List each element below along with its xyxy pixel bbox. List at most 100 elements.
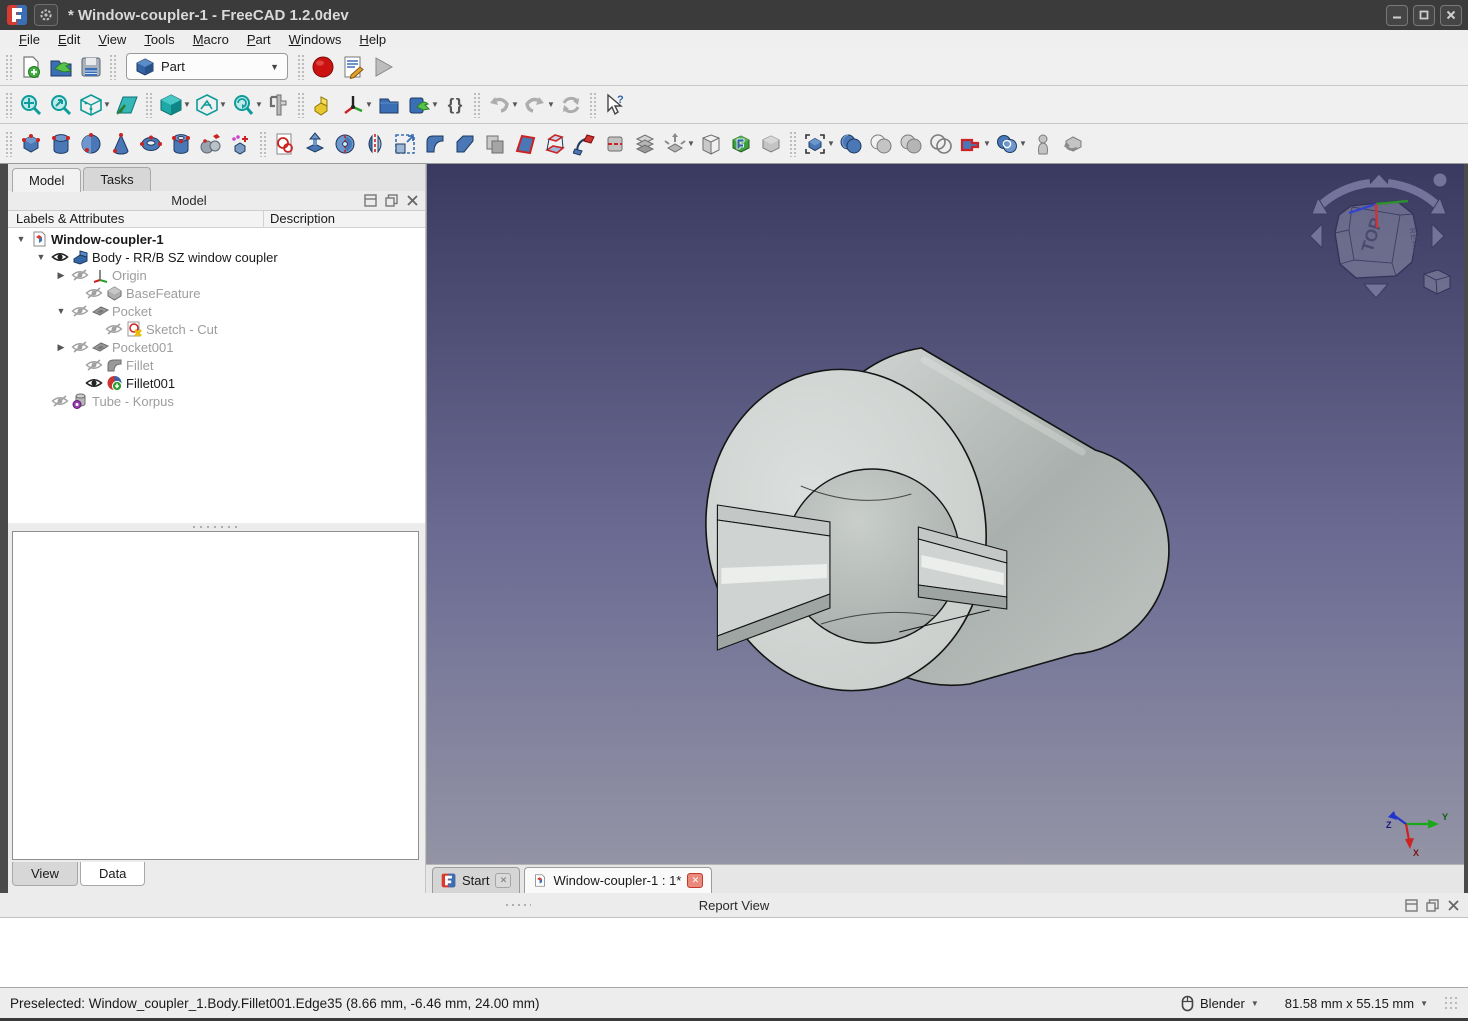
tab-document[interactable]: Window-coupler-1 : 1* ✕ <box>524 867 712 893</box>
property-editor[interactable] <box>12 531 419 860</box>
expander-open-icon[interactable]: ▼ <box>54 306 68 316</box>
compound-button[interactable] <box>800 128 830 160</box>
convert-solid-button[interactable] <box>756 128 786 160</box>
column-description[interactable]: Description <box>264 211 425 227</box>
loft-button[interactable] <box>540 128 570 160</box>
eye-hidden-icon[interactable] <box>71 340 89 354</box>
expander-open-icon[interactable]: ▼ <box>14 234 28 244</box>
measure-button[interactable] <box>264 89 294 121</box>
tree-row-fillet001[interactable]: Fillet001 <box>8 374 425 392</box>
menu-windows[interactable]: Windows <box>280 31 351 48</box>
eye-hidden-icon[interactable] <box>105 322 123 336</box>
chevron-down-icon[interactable]: ▼ <box>183 100 192 109</box>
cone-button[interactable] <box>106 128 136 160</box>
expander-open-icon[interactable]: ▼ <box>34 252 48 262</box>
new-document-button[interactable] <box>16 51 46 83</box>
expander-closed-icon[interactable]: ▶ <box>54 270 68 281</box>
undo-button[interactable] <box>484 89 514 121</box>
eye-hidden-icon[interactable] <box>51 394 69 408</box>
navcube-mini-cube[interactable] <box>1424 270 1450 294</box>
viewport-3d[interactable]: TOP REAR <box>426 164 1464 864</box>
eye-hidden-icon[interactable] <box>85 358 103 372</box>
toolbar-drag-handle[interactable] <box>5 131 13 157</box>
expander-closed-icon[interactable]: ▶ <box>54 342 68 353</box>
tree-row-pocket[interactable]: ▼ Pocket <box>8 302 425 320</box>
tab-close-button[interactable]: ✕ <box>495 873 511 888</box>
macro-play-button[interactable] <box>368 51 398 83</box>
navigation-cube[interactable]: TOP REAR <box>1304 170 1454 310</box>
menu-help[interactable]: Help <box>350 31 395 48</box>
tree-row-body[interactable]: ▼ Body - RR/B SZ window coupler <box>8 248 425 266</box>
toolbar-drag-handle[interactable] <box>259 131 267 157</box>
boolean-common-button[interactable] <box>896 128 926 160</box>
minimize-button[interactable] <box>1386 5 1408 26</box>
report-view-content[interactable] <box>0 917 1468 987</box>
float-button[interactable] <box>385 194 398 207</box>
toolbar-drag-handle[interactable] <box>5 92 13 118</box>
toolbar-drag-handle[interactable] <box>473 92 481 118</box>
tab-close-button[interactable]: ✕ <box>687 873 703 888</box>
fillet-button[interactable] <box>420 128 450 160</box>
check-geometry-button[interactable] <box>1028 128 1058 160</box>
refresh-button[interactable] <box>556 89 586 121</box>
fit-all-button[interactable] <box>16 89 46 121</box>
close-icon[interactable] <box>1447 899 1460 912</box>
boolean-cut-button[interactable] <box>866 128 896 160</box>
rotate-view-button[interactable] <box>228 89 258 121</box>
section-button[interactable] <box>600 128 630 160</box>
tree-row-fillet[interactable]: Fillet <box>8 356 425 374</box>
toolbar-drag-handle[interactable] <box>5 54 13 80</box>
tab-view[interactable]: View <box>12 862 78 886</box>
primitives-button[interactable] <box>196 128 226 160</box>
menu-edit[interactable]: Edit <box>49 31 89 48</box>
offset-button[interactable] <box>660 128 690 160</box>
tree-row-sketch-cut[interactable]: Sketch - Cut <box>8 320 425 338</box>
cylinder-button[interactable] <box>46 128 76 160</box>
menu-part[interactable]: Part <box>238 31 280 48</box>
chevron-down-icon[interactable]: ▼ <box>431 100 440 109</box>
sketch-button[interactable] <box>270 128 300 160</box>
shape-builder-button[interactable] <box>226 128 256 160</box>
chevron-down-icon[interactable]: ▼ <box>687 139 696 148</box>
ruled-surface-button[interactable] <box>510 128 540 160</box>
save-button[interactable] <box>76 51 106 83</box>
toolbar-drag-handle[interactable] <box>789 131 797 157</box>
torus-button[interactable] <box>136 128 166 160</box>
chevron-down-icon[interactable]: ▼ <box>827 139 836 148</box>
eye-visible-icon[interactable] <box>85 376 103 390</box>
tree-row-tube-korpus[interactable]: Tube - Korpus <box>8 392 425 410</box>
menu-tools[interactable]: Tools <box>135 31 183 48</box>
tab-model[interactable]: Model <box>12 168 81 192</box>
tree-row-origin[interactable]: ▶ Origin <box>8 266 425 284</box>
chevron-down-icon[interactable]: ▼ <box>365 100 374 109</box>
menu-view[interactable]: View <box>89 31 135 48</box>
tube-button[interactable] <box>166 128 196 160</box>
resize-grip[interactable] <box>1444 996 1458 1010</box>
dock-button[interactable] <box>1405 899 1418 912</box>
float-button[interactable] <box>1426 899 1439 912</box>
toolbar-drag-handle[interactable] <box>297 92 305 118</box>
eye-hidden-icon[interactable] <box>71 268 89 282</box>
standard-views-button[interactable] <box>76 89 106 121</box>
tab-data[interactable]: Data <box>80 862 145 886</box>
menu-macro[interactable]: Macro <box>184 31 238 48</box>
eye-visible-icon[interactable] <box>51 250 69 264</box>
isometric-view-button[interactable] <box>156 89 186 121</box>
attachment-button[interactable] <box>726 128 756 160</box>
chevron-down-icon[interactable]: ▼ <box>983 139 992 148</box>
chevron-down-icon[interactable]: ▼ <box>511 100 520 109</box>
close-button[interactable] <box>1440 5 1462 26</box>
workbench-selector[interactable]: Part ▼ <box>126 53 288 80</box>
navigation-style-selector[interactable]: Blender ▼ <box>1181 995 1259 1012</box>
toolbar-drag-handle[interactable] <box>109 54 117 80</box>
menu-file[interactable]: File <box>10 31 49 48</box>
maximize-button[interactable] <box>1413 5 1435 26</box>
create-link-button[interactable] <box>404 89 434 121</box>
boolean-operation-button[interactable] <box>926 128 956 160</box>
whats-this-button[interactable]: ? <box>600 89 630 121</box>
sweep-button[interactable] <box>570 128 600 160</box>
boolean-union-button[interactable] <box>836 128 866 160</box>
tree-row-document[interactable]: ▼ Window-coupler-1 <box>8 230 425 248</box>
chamfer-button[interactable] <box>450 128 480 160</box>
window-menu-button[interactable] <box>34 4 58 26</box>
